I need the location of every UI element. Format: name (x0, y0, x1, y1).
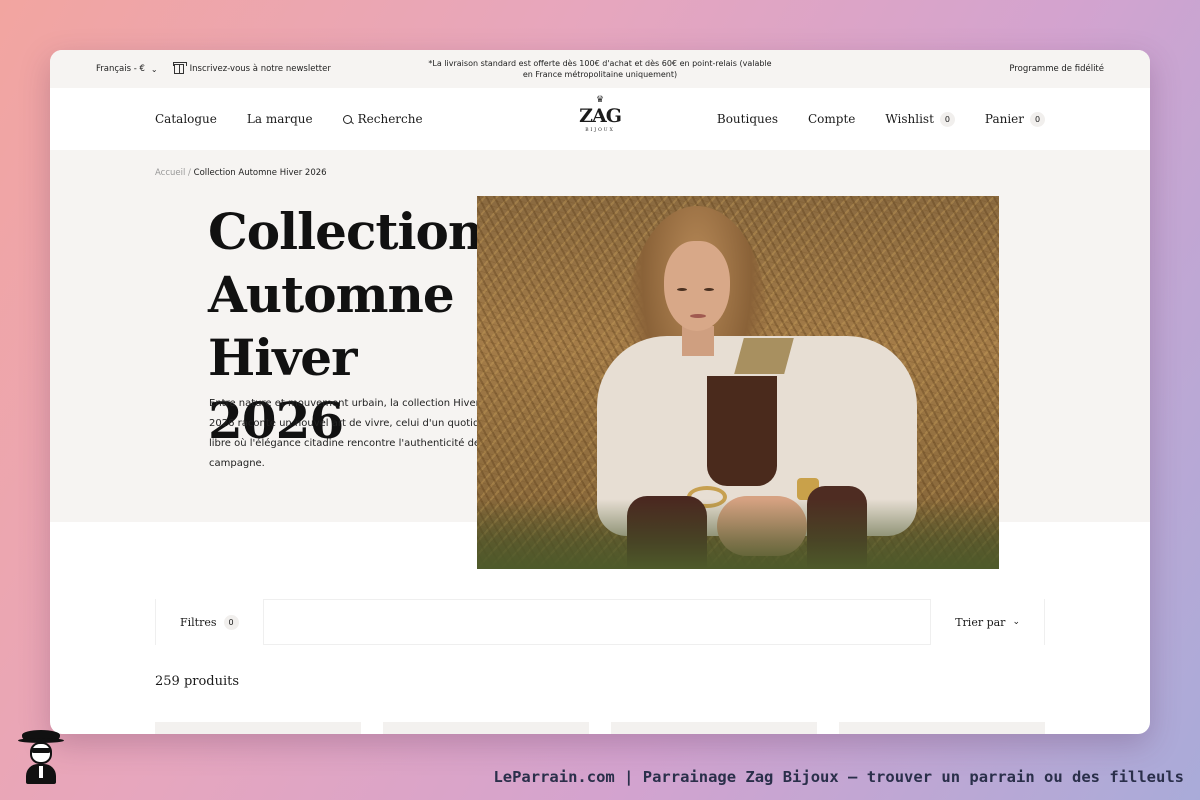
search-icon (342, 114, 352, 124)
nav-wishlist[interactable]: Wishlist 0 (885, 111, 955, 127)
listing-toolbar: Filtres 0 Trier par ⌄ (155, 599, 1045, 645)
cart-count-badge: 0 (1030, 111, 1045, 127)
product-card[interactable] (383, 722, 589, 734)
nav-search-label: Recherche (357, 112, 423, 126)
page-caption: LeParrain.com | Parrainage Zag Bijoux — … (493, 768, 1184, 786)
shipping-promo-text: *La livraison standard est offerte dès 1… (428, 59, 772, 79)
nav-catalogue[interactable]: Catalogue (155, 112, 217, 126)
logo-wordmark: ZAG (579, 105, 622, 127)
loyalty-program-link[interactable]: Programme de fidélité (1009, 64, 1104, 74)
nav-cart-label: Panier (984, 112, 1024, 126)
product-card[interactable] (839, 722, 1045, 734)
product-card[interactable] (611, 722, 817, 734)
nav-stores[interactable]: Boutiques (717, 112, 778, 126)
language-label: Français - € (96, 64, 145, 74)
zag-bijoux-logo[interactable]: ♛ ZAG BIJOUX (579, 95, 622, 142)
main-navigation: Catalogue La marque Recherche ♛ ZAG BIJO… (50, 88, 1150, 150)
newsletter-link[interactable]: Inscrivez-vous à notre newsletter (172, 62, 331, 74)
sort-label: Trier par (955, 615, 1006, 629)
product-card[interactable] (155, 722, 361, 734)
collection-description: Entre nature et mouvement urbain, la col… (209, 398, 495, 469)
filters-count-badge: 0 (223, 614, 239, 630)
wishlist-count-badge: 0 (939, 111, 955, 127)
nav-search[interactable]: Recherche (342, 112, 423, 126)
breadcrumb-current: Collection Automne Hiver 2026 (193, 168, 327, 178)
gift-icon (172, 62, 187, 74)
collection-hero-image (477, 196, 999, 569)
logo-crown-mark: ♛ (595, 95, 605, 105)
nav-cart[interactable]: Panier 0 (984, 111, 1045, 127)
newsletter-label: Inscrivez-vous à notre newsletter (189, 64, 331, 74)
breadcrumb-home[interactable]: Accueil (155, 168, 185, 178)
logo-tagline: BIJOUX (585, 128, 615, 133)
browser-window: Français - € ⌄ Inscrivez-vous à notre ne… (50, 50, 1150, 734)
chevron-down-icon: ⌄ (1012, 617, 1020, 627)
language-currency-selector[interactable]: Français - € ⌄ (96, 64, 158, 74)
leparrain-mascot-logo (18, 728, 64, 784)
nav-account[interactable]: Compte (808, 112, 855, 126)
nav-brand[interactable]: La marque (247, 112, 313, 126)
filters-label: Filtres (180, 615, 217, 629)
nav-wishlist-label: Wishlist (885, 112, 934, 126)
sort-dropdown[interactable]: Trier par ⌄ (930, 599, 1045, 645)
filters-button[interactable]: Filtres 0 (155, 599, 264, 645)
announcement-bar: Français - € ⌄ Inscrivez-vous à notre ne… (50, 50, 1150, 88)
product-count: 259 produits (155, 674, 240, 689)
chevron-down-icon: ⌄ (150, 64, 158, 74)
breadcrumb: Accueil / Collection Automne Hiver 2026 (155, 168, 327, 178)
breadcrumb-separator: / (185, 168, 194, 178)
